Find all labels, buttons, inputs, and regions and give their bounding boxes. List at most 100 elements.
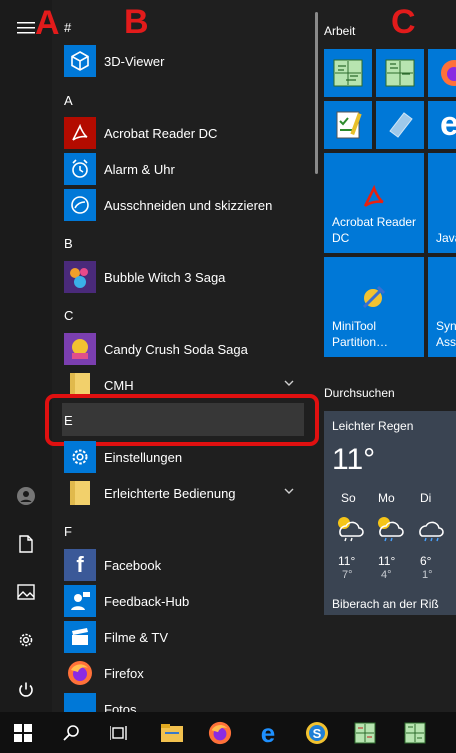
tile-firefox[interactable]: [428, 49, 456, 97]
chart-app-icon: [333, 59, 363, 87]
firefox-icon: [441, 60, 456, 86]
section-header-hash[interactable]: #: [64, 20, 71, 35]
forecast-high: 6°: [420, 554, 432, 568]
partly-cloudy-rain-icon: [338, 517, 364, 542]
tile-label: Sync Assi: [436, 319, 456, 349]
app-label: Alarm & Uhr: [104, 161, 175, 177]
app-list[interactable]: # 3D-Viewer A Acrobat Reader DC Alarm & …: [52, 0, 314, 712]
tile-label: Java: [436, 231, 456, 245]
cloud-rain-icon: [419, 521, 444, 542]
search-button[interactable]: [48, 712, 94, 753]
windows-start-icon: [14, 723, 32, 742]
start-rail: [0, 0, 52, 712]
acrobat-icon: [363, 184, 384, 207]
edge-icon: e: [260, 717, 276, 748]
chevron-down-icon[interactable]: [282, 376, 296, 390]
annotation-label-c: C: [391, 3, 416, 41]
task-view-button[interactable]: [96, 712, 142, 753]
user-icon: [17, 487, 35, 505]
edge-icon: e: [440, 105, 456, 143]
minitool-icon: [362, 285, 386, 309]
weather-tile[interactable]: Leichter Regen 11° So Mo Di 11° 11° 6° 7…: [324, 411, 456, 615]
app-s-icon: S: [306, 721, 328, 744]
hamburger-icon: [17, 22, 35, 34]
firefox-icon: [208, 721, 232, 744]
pictures-button[interactable]: [0, 570, 52, 614]
documents-button[interactable]: [0, 522, 52, 566]
section-header-b[interactable]: B: [64, 236, 73, 251]
forecast-day: Di: [420, 491, 432, 505]
tile-chart-app-2[interactable]: [376, 49, 424, 97]
taskbar-edge[interactable]: e: [245, 712, 291, 753]
task-view-icon: [110, 725, 127, 740]
tile-minitool[interactable]: MiniTool Partition…: [324, 257, 424, 357]
app-chart1-icon: [354, 722, 376, 743]
app-item-snip[interactable]: Ausschneiden und skizzieren: [64, 188, 306, 222]
app-item-alarm[interactable]: Alarm & Uhr: [64, 152, 306, 186]
notes-icon: [389, 112, 413, 138]
tile-group-title[interactable]: Arbeit: [324, 24, 355, 38]
candy-crush-icon: [64, 333, 96, 365]
app-label: Bubble Witch 3 Saga: [104, 269, 226, 285]
forecast-low: 1°: [422, 569, 433, 581]
app-label: 3D-Viewer: [104, 53, 165, 69]
app-label: Acrobat Reader DC: [104, 125, 218, 141]
annotation-label-b: B: [124, 3, 149, 41]
forecast-low: 7°: [342, 569, 353, 581]
svg-text:S: S: [313, 726, 322, 741]
search-icon: [63, 724, 79, 741]
forecast-high: 11°: [378, 554, 396, 568]
annotation-highlight-box: [45, 394, 319, 446]
start-menu: A # 3D-Viewer A Acrobat Reader DC Alarm …: [0, 0, 456, 753]
tile-notes-app[interactable]: [376, 101, 424, 149]
forecast-low: 4°: [381, 569, 392, 581]
tile-group-title[interactable]: Durchsuchen: [324, 386, 395, 400]
tile-label: MiniTool Partition…: [332, 319, 389, 349]
cube-icon: [64, 45, 96, 77]
tile-edge[interactable]: e: [428, 101, 456, 149]
taskbar-app-s[interactable]: S: [294, 712, 340, 753]
settings-button[interactable]: [0, 618, 52, 662]
taskbar-chart-app-1[interactable]: [342, 712, 388, 753]
section-header-c[interactable]: C: [64, 308, 73, 323]
power-icon: [19, 682, 33, 697]
tile-acrobat[interactable]: Acrobat Reader DC: [324, 153, 424, 253]
partly-cloudy-rain-icon: [378, 517, 404, 542]
pictures-icon: [17, 584, 35, 600]
bubble-witch-icon: [64, 261, 96, 293]
tile-chart-app-1[interactable]: [324, 49, 372, 97]
file-explorer-icon: [161, 723, 183, 742]
app-label: CMH: [104, 377, 134, 393]
taskbar-file-explorer[interactable]: [149, 712, 195, 753]
tile-label: Acrobat Reader DC: [332, 215, 417, 245]
weather-current-temp: 11°: [332, 443, 376, 476]
alarm-clock-icon: [64, 153, 96, 185]
app-item-candy-crush[interactable]: Candy Crush Soda Saga: [64, 332, 306, 366]
power-button[interactable]: [0, 668, 52, 712]
settings-icon: [19, 633, 33, 647]
app-item-bubble-witch[interactable]: Bubble Witch 3 Saga: [64, 260, 306, 294]
app-chart2-icon: [404, 722, 426, 743]
user-account-button[interactable]: [0, 474, 52, 518]
section-header-a[interactable]: A: [64, 93, 73, 108]
tile-checklist-app[interactable]: [324, 101, 372, 149]
document-icon: [19, 535, 33, 553]
app-item-acrobat[interactable]: Acrobat Reader DC: [64, 116, 306, 150]
app-label: Ausschneiden und skizzieren: [104, 197, 273, 213]
snip-sketch-icon: [64, 189, 96, 221]
taskbar-chart-app-2[interactable]: [392, 712, 438, 753]
acrobat-icon: [64, 117, 96, 149]
tile-sync-assistant[interactable]: Sync Assi: [428, 257, 456, 357]
chart-app-icon: [385, 59, 415, 87]
tile-java[interactable]: Java: [428, 153, 456, 253]
app-label: Candy Crush Soda Saga: [104, 341, 248, 357]
forecast-day: So: [341, 491, 356, 505]
weather-condition: Leichter Regen: [332, 419, 414, 433]
tiles-panel: Arbeit e Acrobat Reader DC Java MiniTo: [318, 0, 456, 712]
taskbar: e S: [0, 712, 456, 753]
app-item-3d-viewer[interactable]: 3D-Viewer: [64, 44, 306, 78]
start-button[interactable]: [0, 712, 46, 753]
taskbar-firefox[interactable]: [197, 712, 243, 753]
weather-location: Biberach an der Riß: [332, 597, 439, 611]
checklist-icon: [336, 111, 362, 139]
